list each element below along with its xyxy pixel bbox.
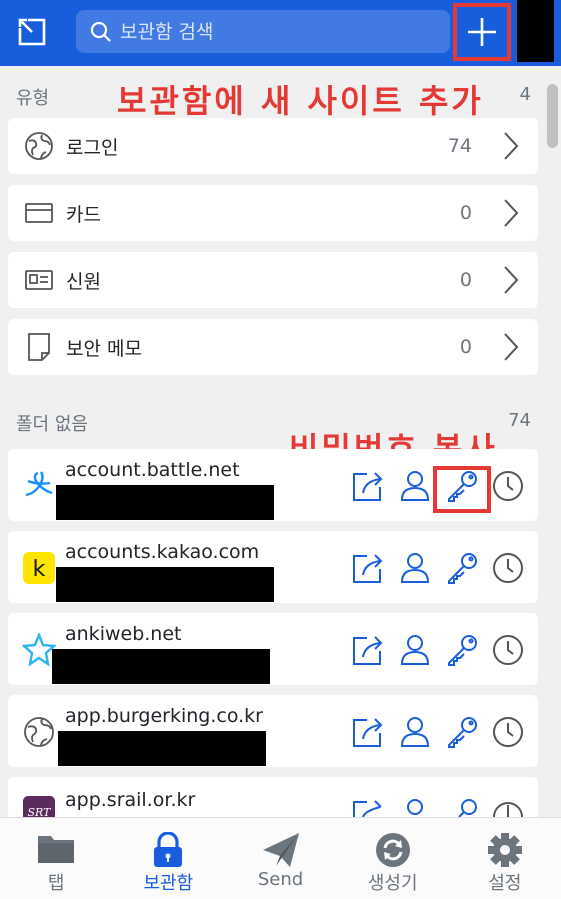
tab-send[interactable]: Send [224, 818, 336, 899]
history-icon[interactable] [491, 551, 525, 585]
copy-password-icon[interactable] [445, 797, 479, 817]
tab-send-label: Send [257, 869, 304, 890]
tab-vault[interactable]: 보관함 [112, 818, 224, 899]
type-secure-note-count: 0 [459, 336, 472, 358]
plus-icon [468, 18, 496, 46]
copy-password-icon[interactable] [445, 633, 479, 667]
types-heading: 유형 [16, 88, 50, 109]
copy-username-icon[interactable] [398, 633, 432, 667]
item-name: account.battle.net [65, 459, 240, 481]
redacted-username [52, 649, 270, 684]
refresh-icon [375, 833, 410, 867]
redacted-block [517, 0, 554, 62]
item-name: app.burgerking.co.kr [65, 705, 263, 727]
chevron-right-icon [504, 266, 519, 294]
scrollbar-thumb[interactable] [547, 84, 558, 148]
scrollbar[interactable] [544, 66, 561, 817]
card-icon [25, 203, 53, 223]
type-identity[interactable]: 신원 0 [8, 252, 538, 308]
note-icon [28, 333, 50, 361]
copy-username-icon[interactable] [398, 469, 432, 503]
tab-settings-label: 설정 [488, 873, 522, 894]
bottom-nav: 탭 보관함 Send 생성기 설정 [0, 817, 561, 899]
popout-icon[interactable] [14, 14, 50, 50]
redacted-username [58, 731, 266, 766]
tab-vault-label: 보관함 [143, 873, 194, 894]
search-input[interactable] [120, 20, 420, 43]
copy-password-highlight [433, 466, 491, 513]
list-item[interactable]: ankiweb.net [8, 613, 538, 685]
annotation-add-site: 보관함에 새 사이트 추가 [117, 82, 484, 120]
copy-username-icon[interactable] [398, 797, 432, 817]
history-icon[interactable] [491, 715, 525, 749]
redacted-username [56, 567, 274, 602]
type-login[interactable]: 로그인 74 [8, 118, 538, 174]
type-card-count: 0 [459, 202, 472, 224]
gear-icon [487, 833, 522, 867]
item-name: ankiweb.net [65, 623, 182, 645]
chevron-right-icon [504, 333, 519, 361]
anki-star-icon [22, 633, 56, 667]
type-secure-note[interactable]: 보안 메모 0 [8, 319, 538, 375]
battlenet-icon [25, 471, 53, 497]
launch-icon[interactable] [351, 469, 385, 503]
list-item[interactable]: app.burgerking.co.kr [8, 695, 538, 767]
no-folder-count: 74 [508, 410, 531, 431]
type-identity-label: 신원 [66, 270, 101, 293]
type-login-label: 로그인 [66, 136, 119, 159]
tab-generator[interactable]: 생성기 [337, 818, 449, 899]
globe-icon [24, 717, 54, 747]
folder-icon [38, 836, 75, 863]
redacted-username [56, 485, 274, 520]
chevron-right-icon [504, 199, 519, 227]
tab-tabs-label: 탭 [47, 873, 65, 894]
search-box[interactable] [76, 10, 450, 53]
item-name: accounts.kakao.com [65, 541, 260, 563]
tab-tabs[interactable]: 탭 [0, 818, 112, 899]
list-item[interactable]: k accounts.kakao.com [8, 531, 538, 603]
copy-password-icon[interactable] [445, 551, 479, 585]
type-card-label: 카드 [66, 203, 101, 226]
add-item-button[interactable] [453, 3, 511, 61]
copy-password-icon[interactable] [445, 715, 479, 749]
type-card[interactable]: 카드 0 [8, 185, 538, 241]
item-name: app.srail.or.kr [65, 789, 196, 811]
copy-username-icon[interactable] [398, 551, 432, 585]
launch-icon[interactable] [351, 715, 385, 749]
copy-username-icon[interactable] [398, 715, 432, 749]
type-secure-note-label: 보안 메모 [66, 337, 142, 360]
globe-icon [25, 132, 53, 160]
chevron-right-icon [504, 132, 519, 160]
type-login-count: 74 [447, 135, 472, 157]
launch-icon[interactable] [351, 797, 385, 817]
svg-text:k: k [33, 557, 46, 582]
id-card-icon [25, 270, 53, 290]
no-folder-heading: 폴더 없음 [16, 414, 88, 435]
header-bar [0, 0, 561, 66]
history-icon[interactable] [491, 469, 525, 503]
tab-generator-label: 생성기 [367, 873, 418, 894]
paper-plane-icon [262, 833, 299, 867]
type-identity-count: 0 [459, 269, 472, 291]
history-icon[interactable] [491, 633, 525, 667]
search-icon [90, 21, 111, 42]
launch-icon[interactable] [351, 633, 385, 667]
kakao-icon: k [23, 552, 55, 584]
launch-icon[interactable] [351, 551, 385, 585]
lock-icon [154, 832, 183, 867]
history-icon[interactable] [491, 797, 525, 817]
types-count: 4 [519, 84, 531, 105]
tab-settings[interactable]: 설정 [449, 818, 561, 899]
list-item[interactable]: SRT app.srail.or.kr [8, 777, 538, 828]
